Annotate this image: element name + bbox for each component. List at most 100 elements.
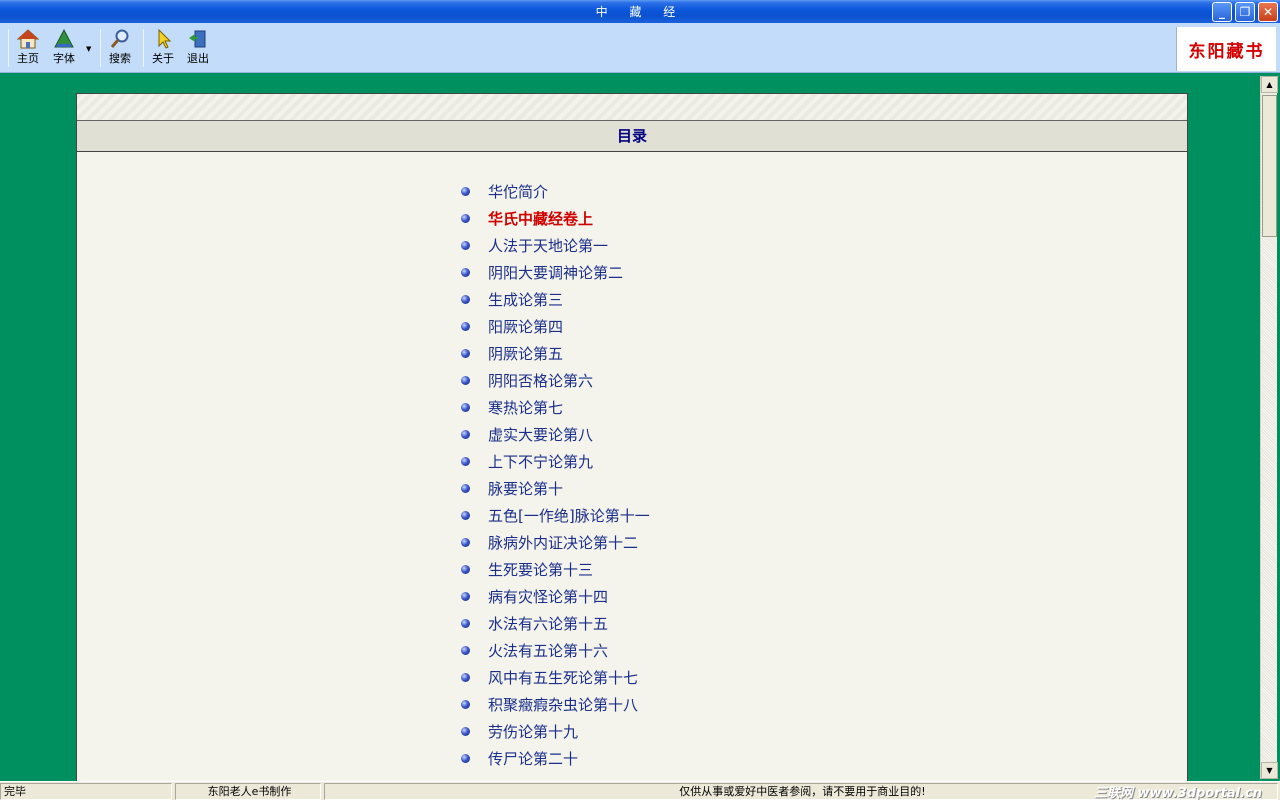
toc-item-label[interactable]: 脉要论第十 (488, 478, 563, 499)
toc-item-label[interactable]: 风中有五生死论第十七 (488, 667, 638, 688)
bullet-icon (461, 754, 470, 763)
vertical-scrollbar[interactable]: ▲ ▼ (1260, 76, 1278, 779)
toc-item-label[interactable]: 人法于天地论第一 (488, 235, 608, 256)
minimize-button[interactable]: _ (1212, 2, 1232, 22)
toc-item-label[interactable]: 五色[一作绝]脉论第十一 (488, 505, 650, 526)
font-dropdown-arrow-icon[interactable]: ▼ (86, 45, 91, 53)
toc-item[interactable]: 生死要论第十三 (461, 556, 650, 583)
search-icon (108, 28, 132, 50)
bullet-icon (461, 187, 470, 196)
status-bar: 完毕 东阳老人e书制作 仅供从事或爱好中医者参阅，请不要用于商业目的! 三联网 … (0, 781, 1280, 800)
scroll-up-button[interactable]: ▲ (1261, 76, 1278, 93)
toc-item[interactable]: 五色[一作绝]脉论第十一 (461, 502, 650, 529)
toc-item-label[interactable]: 火法有五论第十六 (488, 640, 608, 661)
toc-item[interactable]: 阴阳大要调神论第二 (461, 259, 650, 286)
toc-item-label[interactable]: 华氏中藏经卷上 (488, 208, 593, 229)
toc-item[interactable]: 劳伤论第十九 (461, 718, 650, 745)
toc-item-label[interactable]: 生死要论第十三 (488, 559, 593, 580)
window-title: 中 藏 经 (595, 5, 685, 19)
toc-item[interactable]: 风中有五生死论第十七 (461, 664, 650, 691)
close-icon: ✕ (1262, 5, 1274, 19)
maker-text: 东阳老人e书制作 (175, 783, 321, 800)
toc-item[interactable]: 传尸论第二十 (461, 745, 650, 772)
toc-item-label[interactable]: 积聚癥瘕杂虫论第十八 (488, 694, 638, 715)
toolbar: 主页 字体 ▼ 搜索 关于 退出 东阳藏书 (0, 23, 1280, 73)
bullet-icon (461, 457, 470, 466)
toc-item[interactable]: 生成论第三 (461, 286, 650, 313)
toc-item-label[interactable]: 阳厥论第四 (488, 316, 563, 337)
font-label: 字体 (53, 52, 75, 65)
title-bar: 中 藏 经 _ ❐ ✕ (0, 0, 1280, 23)
home-label: 主页 (17, 52, 39, 65)
restore-icon: ❐ (1239, 5, 1251, 19)
toc-item-label[interactable]: 寒热论第七 (488, 397, 563, 418)
bullet-icon (461, 430, 470, 439)
bullet-icon (461, 592, 470, 601)
exit-button[interactable]: 退出 (186, 28, 210, 70)
font-button[interactable]: 字体 (52, 28, 76, 70)
about-label: 关于 (152, 52, 174, 65)
toc-item[interactable]: 华佗简介 (461, 178, 650, 205)
home-icon (16, 28, 40, 50)
search-label: 搜索 (109, 52, 131, 65)
toolbar-separator (143, 29, 144, 67)
search-button[interactable]: 搜索 (108, 28, 132, 70)
scroll-up-arrow-icon: ▲ (1266, 80, 1273, 89)
bullet-icon (461, 403, 470, 412)
toc-item[interactable]: 寒热论第七 (461, 394, 650, 421)
font-icon (52, 28, 76, 50)
toc-item-label[interactable]: 虚实大要论第八 (488, 424, 593, 445)
toc-item[interactable]: 阳厥论第四 (461, 313, 650, 340)
bullet-icon (461, 268, 470, 277)
restore-button[interactable]: ❐ (1235, 2, 1255, 22)
toc-item[interactable]: 华氏中藏经卷上 (461, 205, 650, 232)
toc-item-label[interactable]: 阴厥论第五 (488, 343, 563, 364)
toc-item-label[interactable]: 劳伤论第十九 (488, 721, 578, 742)
close-button[interactable]: ✕ (1258, 2, 1278, 22)
exit-label: 退出 (187, 52, 209, 65)
exit-icon (186, 28, 210, 50)
toc-item-label[interactable]: 生成论第三 (488, 289, 563, 310)
toc-item[interactable]: 人法于天地论第一 (461, 232, 650, 259)
bullet-icon (461, 727, 470, 736)
toc-item[interactable]: 水法有六论第十五 (461, 610, 650, 637)
scroll-down-button[interactable]: ▼ (1261, 762, 1278, 779)
toc-item-label[interactable]: 阴阳大要调神论第二 (488, 262, 623, 283)
about-button[interactable]: 关于 (151, 28, 175, 70)
bullet-icon (461, 646, 470, 655)
bullet-icon (461, 349, 470, 358)
toc-item-label[interactable]: 上下不宁论第九 (488, 451, 593, 472)
bullet-icon (461, 241, 470, 250)
toc-item-label[interactable]: 传尸论第二十 (488, 748, 578, 769)
toc-item[interactable]: 脉病外内证决论第十二 (461, 529, 650, 556)
toc-item[interactable]: 脉要论第十 (461, 475, 650, 502)
toc-item-label[interactable]: 病有灾怪论第十四 (488, 586, 608, 607)
bullet-icon (461, 322, 470, 331)
home-button[interactable]: 主页 (16, 28, 40, 70)
bullet-icon (461, 619, 470, 628)
content-page: 目录 华佗简介 华氏中藏经卷上 人法于天地论第一 阴阳大要调神论第二 生成论第三 阳厥论第… (76, 93, 1188, 783)
bullet-icon (461, 565, 470, 574)
toc-item[interactable]: 阴厥论第五 (461, 340, 650, 367)
toc-item[interactable]: 病有灾怪论第十四 (461, 583, 650, 610)
toc-item-label[interactable]: 阴阳否格论第六 (488, 370, 593, 391)
toc-item-label[interactable]: 脉病外内证决论第十二 (488, 532, 638, 553)
toc-item-label[interactable]: 水法有六论第十五 (488, 613, 608, 634)
watermark: 三联网 www.3dportal.cn (1093, 786, 1262, 800)
toolbar-separator (100, 29, 101, 67)
bullet-icon (461, 214, 470, 223)
bullet-icon (461, 295, 470, 304)
minimize-icon: _ (1219, 5, 1225, 19)
toc-item[interactable]: 上下不宁论第九 (461, 448, 650, 475)
toc-item[interactable]: 虚实大要论第八 (461, 421, 650, 448)
toc-item[interactable]: 火法有五论第十六 (461, 637, 650, 664)
bullet-icon (461, 376, 470, 385)
toc-item[interactable]: 阴阳否格论第六 (461, 367, 650, 394)
toc-list: 华佗简介华氏中藏经卷上 人法于天地论第一 阴阳大要调神论第二 生成论第三阳厥论第四阴厥… (461, 178, 650, 772)
toc-item[interactable]: 积聚癥瘕杂虫论第十八 (461, 691, 650, 718)
bullet-icon (461, 511, 470, 520)
toc-item-label[interactable]: 华佗简介 (488, 181, 548, 202)
pointer-icon (151, 28, 175, 50)
scroll-down-arrow-icon: ▼ (1266, 766, 1273, 775)
scroll-thumb[interactable] (1262, 95, 1277, 237)
